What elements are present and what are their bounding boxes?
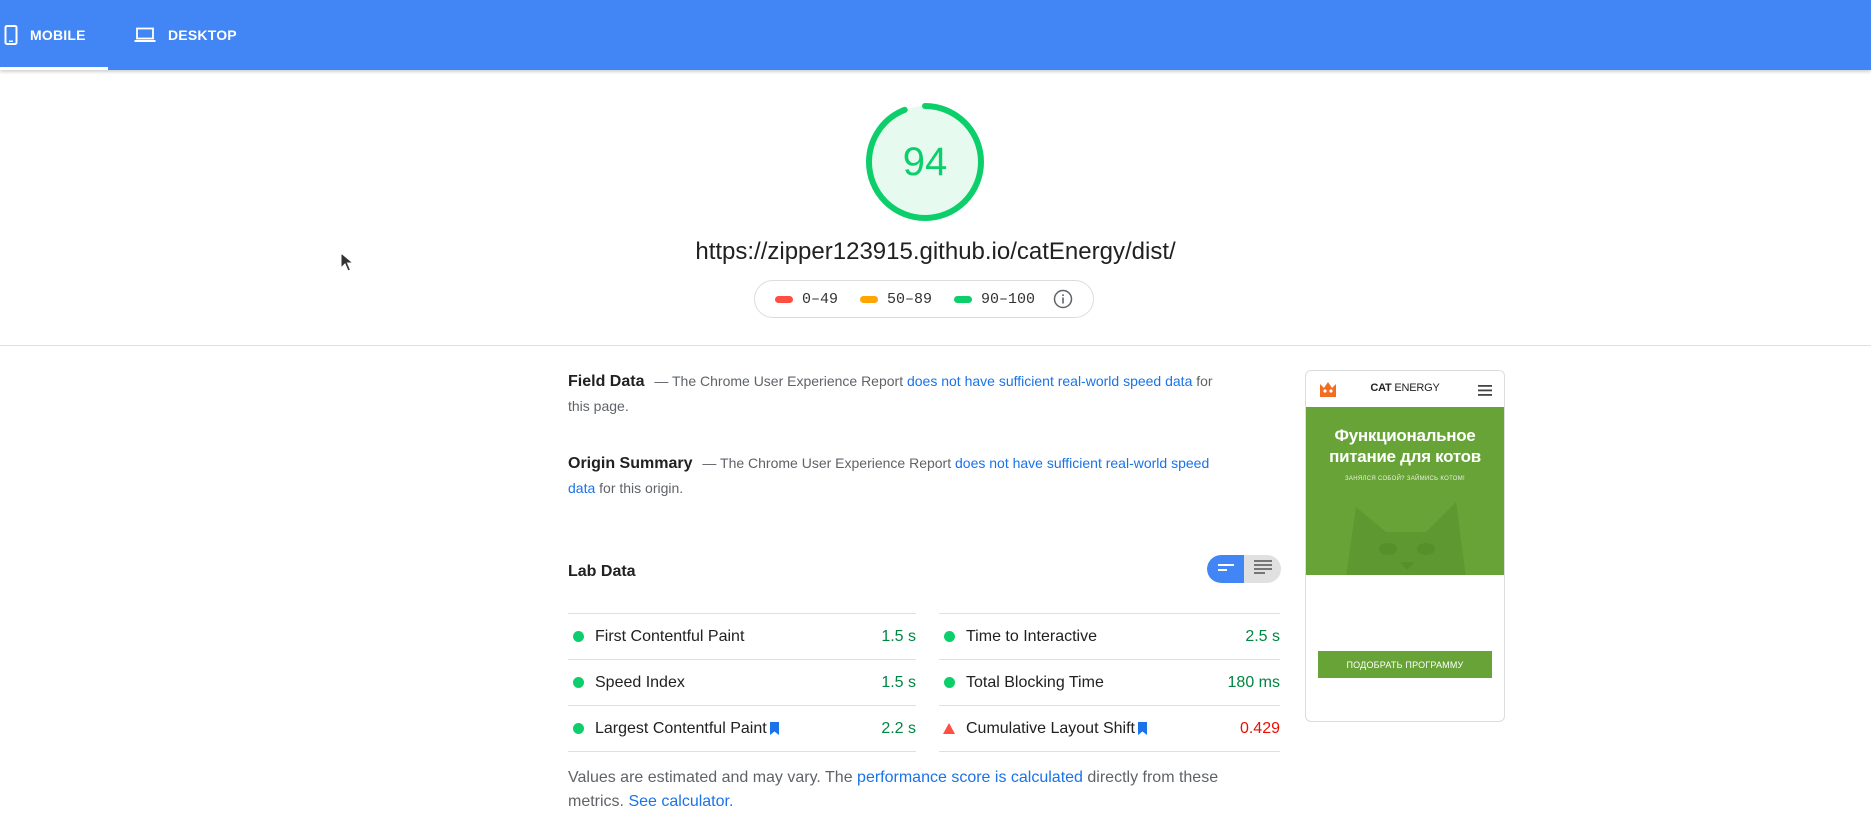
legend-swatch-good: [954, 295, 973, 303]
field-data-link[interactable]: does not have sufficient real-world spee…: [907, 373, 1192, 389]
legend-item-poor: 0–49: [775, 291, 838, 308]
status-poor-icon: [943, 723, 955, 734]
page-screenshot-thumbnail: CAT ENERGY Функциональное питание для ко…: [1305, 370, 1505, 722]
bookmark-icon: [769, 722, 779, 735]
legend-range: 0–49: [802, 290, 839, 308]
legend-swatch-poor: [775, 295, 793, 303]
score-legend: 0–49 50–89 90–100: [754, 280, 1094, 318]
footnote-text: Values are estimated and may vary. The: [568, 769, 853, 786]
metric-row: Cumulative Layout Shift 0.429: [939, 705, 1280, 752]
performance-score-link[interactable]: performance score is calculated: [857, 769, 1083, 786]
long-lines-icon: [1253, 559, 1272, 579]
active-tab-indicator: [0, 67, 108, 70]
field-data-title: Field Data: [568, 373, 645, 390]
field-data-prefix: — The Chrome User Experience Report: [654, 373, 904, 389]
laptop-icon: [134, 27, 156, 43]
preview-hero: Функциональное питание для котов ЗАНЯЛСЯ…: [1306, 407, 1504, 575]
status-good-icon: [573, 723, 584, 734]
legend-item-good: 90–100: [954, 291, 1035, 308]
preview-cta-button: ПОДОБРАТЬ ПРОГРАММУ: [1318, 651, 1492, 678]
tab-mobile[interactable]: MOBILE: [0, 0, 108, 70]
status-good-icon: [944, 631, 955, 642]
origin-summary-prefix: — The Chrome User Experience Report: [702, 455, 952, 471]
metric-row: Speed Index 1.5 s: [568, 659, 916, 705]
legend-item-average: 50–89: [860, 291, 932, 308]
report-header: MOBILE DESKTOP: [0, 0, 1871, 70]
origin-summary-section: Origin Summary — The Chrome User Experie…: [568, 451, 1228, 501]
status-good-icon: [573, 677, 584, 688]
metric-name: Cumulative Layout Shift: [966, 719, 1135, 737]
legend-range: 50–89: [887, 290, 933, 308]
metric-row: Largest Contentful Paint 2.2 s: [568, 705, 916, 752]
tab-mobile-label: MOBILE: [30, 27, 86, 43]
performance-score-value: 94: [902, 139, 948, 184]
hero-title-line: питание для котов: [1329, 447, 1481, 466]
compact-view-button[interactable]: [1207, 555, 1244, 583]
metric-value: 2.2 s: [881, 719, 916, 737]
legend-range: 90–100: [981, 290, 1036, 308]
info-icon[interactable]: [1053, 289, 1073, 309]
metric-row: First Contentful Paint 1.5 s: [568, 613, 916, 659]
metrics-view-toggle[interactable]: [1207, 555, 1281, 583]
field-data-section: Field Data — The Chrome User Experience …: [568, 369, 1228, 419]
preview-brand: CAT ENERGY: [1306, 382, 1504, 394]
bookmark-icon: [1137, 722, 1147, 735]
metric-value: 1.5 s: [881, 673, 916, 691]
metric-value: 0.429: [1239, 719, 1280, 737]
metric-name: Largest Contentful Paint: [595, 719, 767, 737]
metric-name: First Contentful Paint: [595, 627, 745, 645]
performance-score-gauge: 94: [864, 101, 986, 223]
cat-face-illustration: [1346, 502, 1466, 575]
metric-name-wrap: Cumulative Layout Shift: [966, 720, 1240, 738]
tab-desktop[interactable]: DESKTOP: [134, 0, 237, 70]
metrics-column-left: First Contentful Paint 1.5 s Speed Index…: [568, 613, 916, 752]
metric-row: Time to Interactive 2.5 s: [939, 613, 1280, 659]
metric-value: 2.5 s: [1245, 627, 1280, 645]
metrics-footnote: Values are estimated and may vary. The p…: [568, 766, 1248, 814]
preview-header: CAT ENERGY: [1306, 371, 1504, 407]
origin-summary-suffix: for this origin.: [599, 480, 684, 496]
metric-value: 180 ms: [1227, 673, 1280, 691]
brand-light: ENERGY: [1394, 382, 1440, 394]
tested-url: https://zipper123915.github.io/catEnergy…: [695, 238, 1176, 265]
metric-value: 1.5 s: [881, 627, 916, 645]
preview-hero-title: Функциональное питание для котов: [1306, 425, 1504, 467]
legend-swatch-average: [860, 295, 879, 303]
metric-row: Total Blocking Time 180 ms: [939, 659, 1280, 705]
metrics-column-right: Time to Interactive 2.5 s Total Blocking…: [939, 613, 1280, 752]
metric-name-wrap: Largest Contentful Paint: [595, 720, 881, 738]
mouse-cursor-icon: [340, 251, 355, 277]
brand-bold: CAT: [1370, 382, 1392, 394]
short-lines-icon: [1217, 560, 1234, 578]
section-divider: [0, 345, 1871, 346]
see-calculator-link[interactable]: See calculator.: [628, 793, 733, 810]
tab-desktop-label: DESKTOP: [168, 27, 237, 43]
status-good-icon: [573, 631, 584, 642]
status-good-icon: [944, 677, 955, 688]
metric-name: Total Blocking Time: [966, 673, 1104, 691]
metric-name: Speed Index: [595, 673, 685, 691]
smartphone-icon: [4, 25, 18, 45]
metric-name: Time to Interactive: [966, 627, 1098, 645]
preview-hero-subtitle: ЗАНЯЛСЯ СОБОЙ? ЗАЙМИСЬ КОТОМ!: [1345, 476, 1465, 482]
hero-title-line: Функциональное: [1334, 426, 1476, 445]
lab-data-title: Lab Data: [568, 563, 636, 580]
origin-summary-title: Origin Summary: [568, 455, 693, 472]
expanded-view-button[interactable]: [1244, 555, 1281, 583]
hamburger-menu-icon: [1478, 383, 1492, 401]
